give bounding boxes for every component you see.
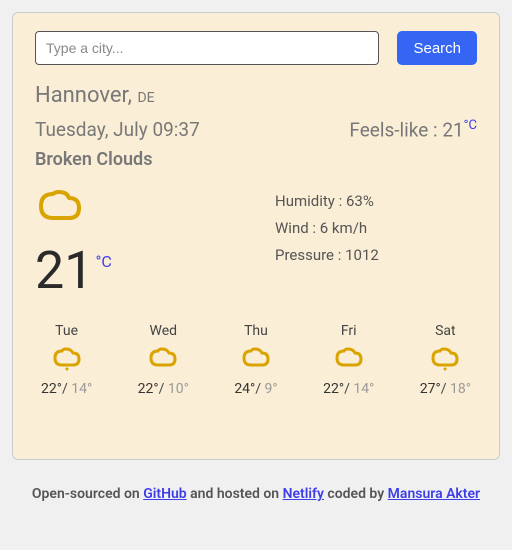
cloud-icon — [138, 343, 189, 379]
hi-temp: 22° — [138, 381, 159, 397]
footer-text: Open-sourced on — [32, 486, 143, 502]
location: Hannover, DE — [35, 83, 477, 108]
day-temps: 22°/ 14° — [41, 381, 92, 397]
github-link[interactable]: GitHub — [143, 486, 186, 502]
lo-temp: 18° — [450, 381, 471, 397]
wind-value: 6 km/h — [320, 219, 367, 237]
pressure: Pressure : 1012 — [275, 242, 379, 269]
day-temps: 22°/ 10° — [138, 381, 189, 397]
day-label: Tue — [41, 323, 92, 339]
temp-unit: °C — [95, 252, 111, 271]
day-temps: 27°/ 18° — [420, 381, 471, 397]
city-name: Hannover — [35, 83, 128, 108]
day-temps: 22°/ 14° — [323, 381, 374, 397]
search-input[interactable] — [35, 31, 379, 65]
wind: Wind : 6 km/h — [275, 215, 379, 242]
cloud-icon — [35, 184, 235, 234]
pressure-label: Pressure : — [275, 246, 345, 264]
temp-value: 21 — [35, 240, 93, 301]
day-label: Sat — [420, 323, 471, 339]
humidity-label: Humidity : — [275, 192, 346, 210]
stats: Humidity : 63% Wind : 6 km/h Pressure : … — [275, 184, 379, 301]
forecast-day: Thu 24°/ 9° — [234, 323, 277, 397]
cloud-rain-icon — [420, 343, 471, 379]
forecast-day: Fri 22°/ 14° — [323, 323, 374, 397]
footer-text: and hosted on — [187, 486, 283, 502]
cloud-icon — [234, 343, 277, 379]
lo-temp: 14° — [71, 381, 92, 397]
author-link[interactable]: Mansura Akter — [388, 486, 480, 502]
cloud-icon — [323, 343, 374, 379]
forecast-day: Sat 27°/ 18° — [420, 323, 471, 397]
weather-card: Search Hannover, DE Tuesday, July 09:37 … — [12, 12, 500, 460]
lo-temp: 14° — [353, 381, 374, 397]
forecast-day: Tue 22°/ 14° — [41, 323, 92, 397]
feels-like: Feels-like : 21°C — [349, 118, 477, 141]
search-button[interactable]: Search — [397, 31, 477, 65]
hi-temp: 24° — [234, 381, 255, 397]
lo-temp: 10° — [168, 381, 189, 397]
pressure-value: 1012 — [345, 246, 379, 264]
feels-like-unit: °C — [464, 118, 477, 133]
forecast-day: Wed 22°/ 10° — [138, 323, 189, 397]
date-time: Tuesday, July 09:37 — [35, 118, 200, 141]
weather-description: Broken Clouds — [35, 149, 477, 170]
search-row: Search — [35, 31, 477, 65]
lo-temp: 9° — [265, 381, 278, 397]
day-label: Fri — [323, 323, 374, 339]
humidity-value: 63% — [346, 192, 374, 210]
footer-text: coded by — [324, 486, 388, 502]
current-temp: 21°C — [35, 240, 235, 301]
feels-like-value: 21 — [442, 118, 463, 141]
day-temps: 24°/ 9° — [234, 381, 277, 397]
feels-like-label: Feels-like : — [349, 118, 442, 141]
forecast-row: Tue 22°/ 14° Wed 22°/ 10° Thu 24°/ 9° Fr… — [35, 323, 477, 397]
humidity: Humidity : 63% — [275, 188, 379, 215]
cloud-rain-icon — [41, 343, 92, 379]
footer: Open-sourced on GitHub and hosted on Net… — [12, 482, 500, 507]
wind-label: Wind : — [275, 219, 320, 237]
hi-temp: 22° — [323, 381, 344, 397]
netlify-link[interactable]: Netlify — [283, 486, 324, 502]
day-label: Thu — [234, 323, 277, 339]
day-label: Wed — [138, 323, 189, 339]
hi-temp: 27° — [420, 381, 441, 397]
country-code: DE — [137, 90, 154, 106]
hi-temp: 22° — [41, 381, 62, 397]
